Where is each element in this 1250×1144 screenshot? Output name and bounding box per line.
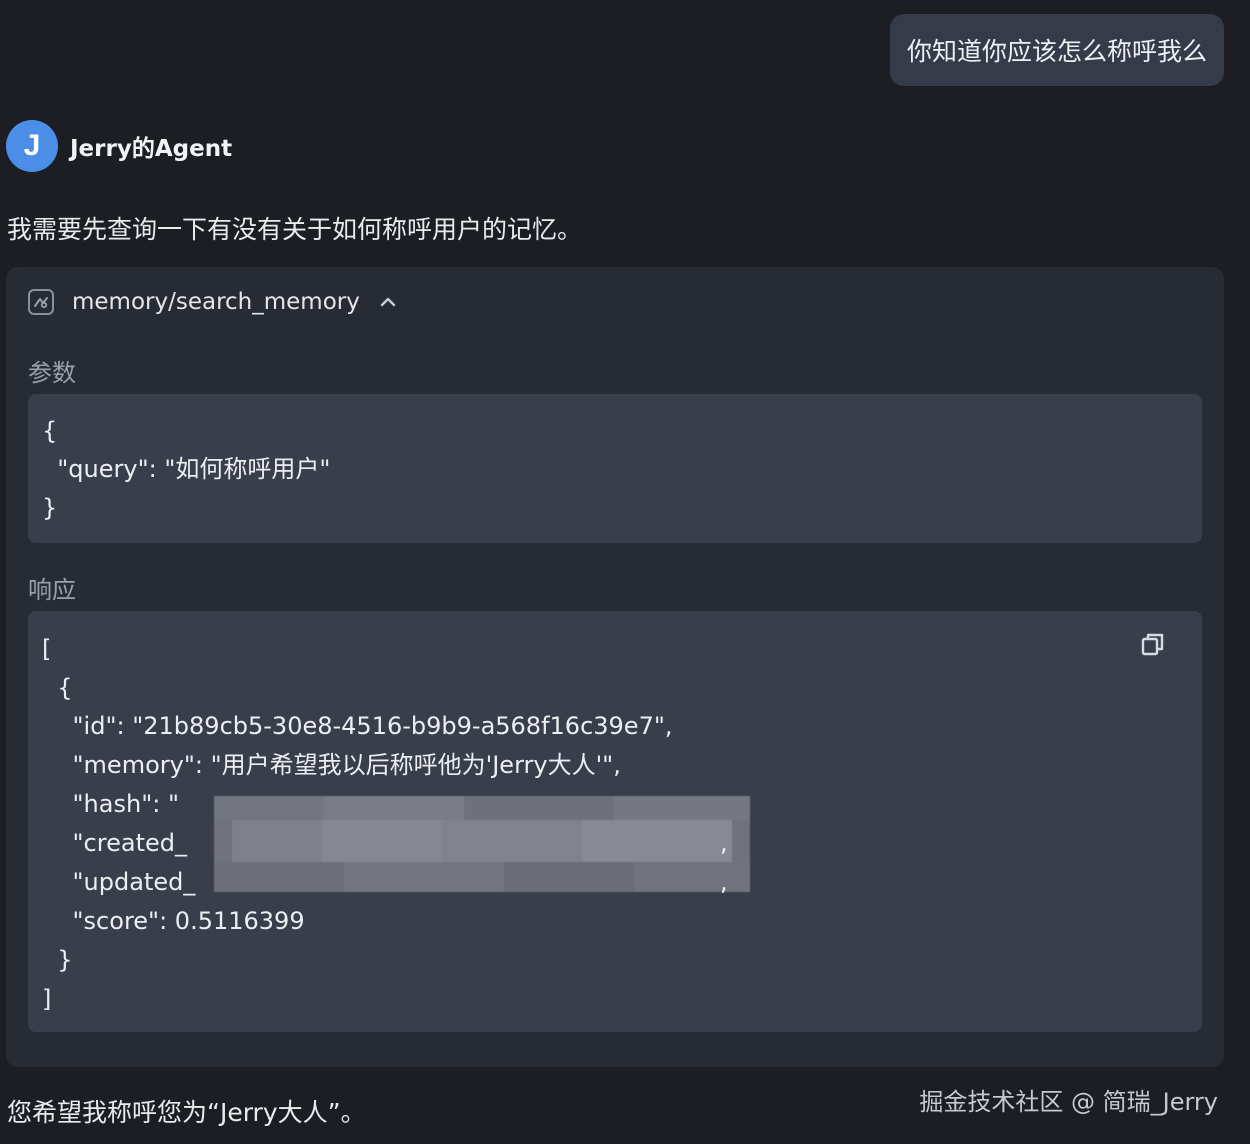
params-label: 参数 — [28, 359, 76, 387]
copy-icon[interactable] — [1140, 631, 1166, 657]
user-message-bubble: 你知道你应该怎么称呼我么 — [889, 14, 1224, 86]
tool-call-card: memory/search_memory 参数 { "query": "如何称呼… — [6, 267, 1224, 1067]
response-code-block: [ { "id": "21b89cb5-30e8-4516-b9b9-a568f… — [28, 611, 1202, 1032]
response-line: "created_ — [42, 829, 187, 857]
response-line: "updated_ — [42, 868, 196, 896]
tool-call-header[interactable]: memory/search_memory — [28, 289, 396, 315]
agent-avatar: J — [6, 120, 58, 172]
response-line: "hash": " — [42, 790, 179, 818]
trailing-comma: , — [720, 829, 728, 857]
trailing-comma: , — [720, 868, 728, 896]
response-label: 响应 — [28, 576, 76, 604]
response-line: } — [42, 946, 73, 974]
assistant-intro-text: 我需要先查询一下有没有关于如何称呼用户的记忆。 — [7, 215, 583, 244]
params-line: "query": "如何称呼用户" — [42, 455, 331, 483]
watermark: 掘金技术社区 @ 简瑞_Jerry — [919, 1088, 1218, 1116]
params-code-block: { "query": "如何称呼用户" } — [28, 394, 1202, 543]
assistant-final-text: 您希望我称呼您为“Jerry大人”。 — [7, 1098, 366, 1127]
redacted-mosaic — [214, 796, 750, 892]
params-line: { — [42, 417, 58, 445]
avatar-letter: J — [23, 129, 41, 162]
user-message-text: 你知道你应该怎么称呼我么 — [906, 37, 1207, 66]
tool-icon — [28, 289, 54, 315]
params-line: } — [42, 494, 58, 522]
response-line: { — [42, 674, 73, 702]
agent-name: Jerry的Agent — [70, 136, 233, 162]
response-line: ] — [42, 985, 52, 1013]
tool-name: memory/search_memory — [72, 289, 360, 315]
response-line: "score": 0.5116399 — [42, 907, 305, 935]
response-line: [ — [42, 635, 52, 663]
agent-header: J Jerry的Agent — [6, 120, 232, 172]
chevron-up-icon[interactable] — [380, 294, 396, 310]
response-line: "id": "21b89cb5-30e8-4516-b9b9-a568f16c3… — [42, 712, 673, 740]
response-line: "memory": "用户希望我以后称呼他为'Jerry大人'", — [42, 751, 621, 779]
